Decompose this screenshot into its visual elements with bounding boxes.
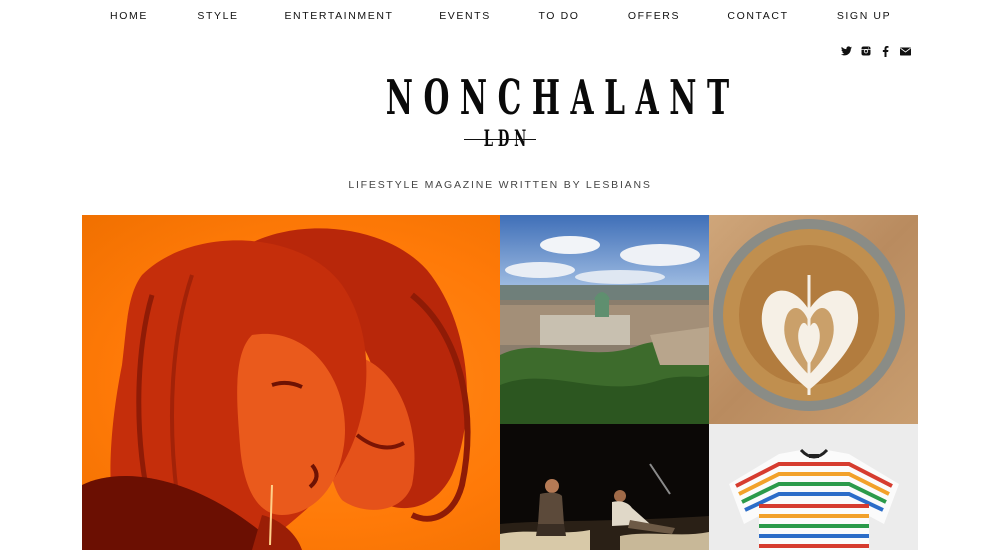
featured-grid <box>82 215 918 550</box>
site-logo[interactable]: NONCHALANT LDN <box>300 70 740 162</box>
featured-image-city[interactable] <box>500 215 709 424</box>
nav-entertainment[interactable]: ENTERTAINMENT <box>284 10 393 22</box>
twitter-icon[interactable] <box>839 44 853 58</box>
social-links <box>838 44 918 58</box>
envelope-icon[interactable] <box>898 44 912 58</box>
featured-image-tshirt[interactable] <box>709 424 918 550</box>
instagram-icon[interactable] <box>859 44 873 58</box>
featured-image-stage[interactable] <box>500 424 709 550</box>
nav-events[interactable]: EVENTS <box>439 10 491 22</box>
nav-to-do[interactable]: TO DO <box>538 10 579 22</box>
nav-contact[interactable]: CONTACT <box>727 10 788 22</box>
nav-style[interactable]: STYLE <box>197 10 238 22</box>
logo-wordmark: NONCHALANT <box>385 70 740 126</box>
logo-sub: LDN <box>464 124 536 156</box>
top-navigation: HOME STYLE ENTERTAINMENT EVENTS TO DO OF… <box>0 0 1000 32</box>
logo-rule <box>464 139 536 140</box>
nav-home[interactable]: HOME <box>110 10 148 22</box>
facebook-icon[interactable] <box>878 44 892 58</box>
nav-sign-up[interactable]: SIGN UP <box>837 10 891 22</box>
featured-image-coffee[interactable] <box>709 215 918 424</box>
featured-image-portrait[interactable] <box>82 215 500 550</box>
site-tagline: LIFESTYLE MAGAZINE WRITTEN BY LESBIANS <box>348 179 652 191</box>
nav-offers[interactable]: OFFERS <box>628 10 680 22</box>
